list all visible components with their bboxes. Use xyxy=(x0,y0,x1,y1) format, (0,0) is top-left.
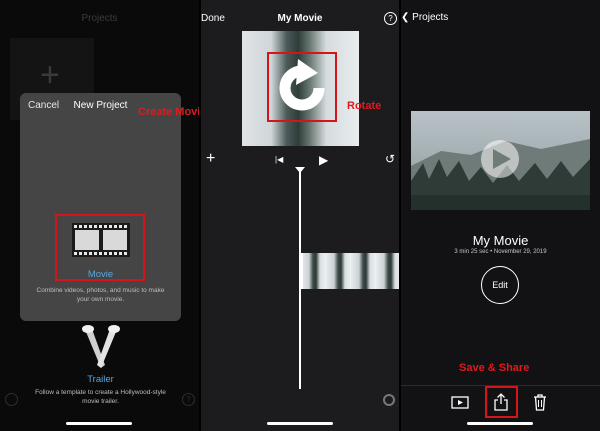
movie-option-label[interactable]: Movie xyxy=(20,269,181,280)
help-icon[interactable]: ? xyxy=(384,12,397,25)
add-media-icon[interactable]: + xyxy=(206,150,215,168)
skip-to-start-icon[interactable]: |◀ xyxy=(275,155,283,164)
trailer-option-description: Follow a template to create a Hollywood-… xyxy=(35,389,166,405)
movie-meta: 3 min 25 sec • November 29, 2019 xyxy=(454,249,547,255)
trailer-spotlights-icon[interactable] xyxy=(78,325,124,369)
play-icon[interactable]: ▶ xyxy=(319,153,328,167)
chevron-left-icon: ❮ xyxy=(401,12,410,23)
project-detail-panel: ❮ Projects My Movie 3 min 25 sec • Novem… xyxy=(401,0,600,431)
new-project-dialog: Cancel New Project Movie Combine videos,… xyxy=(20,93,181,405)
undo-icon[interactable]: ↺ xyxy=(385,152,395,166)
play-preview-icon[interactable] xyxy=(451,393,469,411)
projects-header-title: Projects xyxy=(81,13,118,24)
settings-gear-icon[interactable] xyxy=(383,394,395,406)
clip-edge[interactable] xyxy=(301,253,303,289)
edit-button[interactable]: Edit xyxy=(481,266,519,304)
back-label: Projects xyxy=(412,12,449,23)
movie-option-description: Combine videos, photos, and music to mak… xyxy=(36,287,165,303)
home-indicator xyxy=(267,422,333,425)
help-icon[interactable]: ? xyxy=(182,393,195,406)
editor-title: My Movie xyxy=(277,13,323,24)
home-indicator xyxy=(467,422,533,425)
trailer-option-label[interactable]: Trailer xyxy=(20,374,181,385)
more-options-icon[interactable] xyxy=(5,393,18,406)
movie-editor-panel: Done My Movie ? Rotate + |◀ ▶ ↺ xyxy=(201,0,399,431)
back-to-projects-button[interactable]: ❮ Projects xyxy=(401,12,448,23)
timeline-clip[interactable] xyxy=(301,253,399,289)
rotate-annotation: Rotate xyxy=(347,100,382,112)
trash-icon[interactable] xyxy=(531,393,549,411)
movie-title: My Movie xyxy=(472,233,529,248)
home-indicator xyxy=(66,422,132,425)
save-share-annotation: Save & Share xyxy=(459,362,530,374)
new-project-panel: Projects + Cancel New Project Movie Comb… xyxy=(0,0,199,431)
movie-thumbnail[interactable] xyxy=(411,111,590,210)
share-highlight xyxy=(485,386,518,418)
plus-icon: + xyxy=(40,56,60,94)
create-movie-annotation: Create Movie xyxy=(138,106,199,118)
rotate-icon[interactable] xyxy=(272,57,332,117)
